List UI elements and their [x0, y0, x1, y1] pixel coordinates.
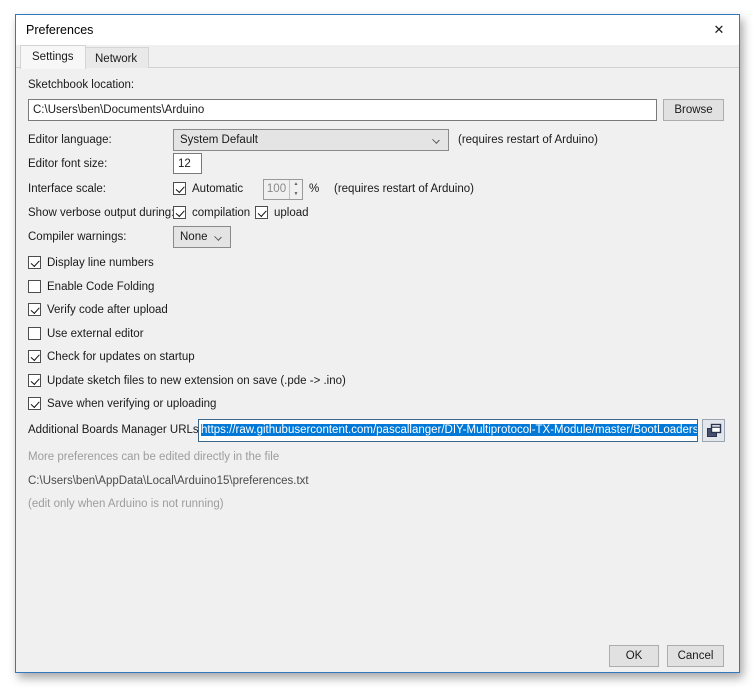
- sketchbook-location-label: Sketchbook location:: [28, 79, 134, 91]
- compiler-warnings-label: Compiler warnings:: [28, 231, 126, 243]
- compiler-warnings-value: None: [180, 231, 208, 243]
- interface-scale-automatic-checkbox[interactable]: [173, 182, 186, 195]
- interface-scale-label: Interface scale:: [28, 183, 106, 195]
- editor-language-select[interactable]: System Default: [173, 129, 449, 151]
- verify-code-after-upload-checkbox[interactable]: [28, 303, 41, 316]
- browse-button[interactable]: Browse: [663, 99, 724, 121]
- titlebar: Preferences ✕: [16, 15, 739, 45]
- save-when-verifying-checkbox[interactable]: [28, 397, 41, 410]
- ok-button[interactable]: OK: [609, 645, 659, 667]
- update-sketch-extension-label: Update sketch files to new extension on …: [47, 375, 346, 387]
- editor-language-note: (requires restart of Arduino): [458, 134, 598, 146]
- interface-scale-automatic-label: Automatic: [192, 183, 243, 195]
- chevron-down-icon: [214, 233, 222, 241]
- footer-note-line1: More preferences can be edited directly …: [28, 451, 279, 463]
- tab-bar: Settings Network: [19, 45, 739, 68]
- stepper-arrows[interactable]: ▲ ▼: [289, 180, 302, 199]
- interface-scale-note: (requires restart of Arduino): [334, 183, 474, 195]
- verbose-output-label: Show verbose output during:: [28, 207, 174, 219]
- verbose-compilation-checkbox[interactable]: [173, 206, 186, 219]
- boards-manager-urls-label: Additional Boards Manager URLs:: [28, 424, 202, 436]
- interface-scale-stepper[interactable]: 100 ▲ ▼: [263, 179, 303, 200]
- update-sketch-extension-checkbox[interactable]: [28, 374, 41, 387]
- editor-font-size-input[interactable]: 12: [173, 153, 202, 174]
- verify-code-after-upload-label: Verify code after upload: [47, 304, 168, 316]
- tab-settings[interactable]: Settings: [20, 45, 86, 69]
- open-urls-dialog-button[interactable]: [702, 419, 725, 442]
- verbose-upload-checkbox[interactable]: [255, 206, 268, 219]
- interface-scale-value: 100: [264, 180, 289, 199]
- interface-scale-unit: %: [309, 183, 319, 195]
- preferences-file-path: C:\Users\ben\AppData\Local\Arduino15\pre…: [28, 475, 309, 487]
- enable-code-folding-checkbox[interactable]: [28, 280, 41, 293]
- chevron-down-icon: [432, 136, 440, 144]
- close-icon[interactable]: ✕: [709, 21, 729, 39]
- display-line-numbers-label: Display line numbers: [47, 257, 154, 269]
- window-title: Preferences: [26, 15, 93, 45]
- compiler-warnings-select[interactable]: None: [173, 226, 231, 248]
- cancel-button[interactable]: Cancel: [667, 645, 724, 667]
- footer-note-line2: (edit only when Arduino is not running): [28, 498, 224, 510]
- display-line-numbers-checkbox[interactable]: [28, 256, 41, 269]
- preferences-dialog: Preferences ✕ Settings Network Sketchboo…: [15, 14, 740, 673]
- verbose-compilation-label: compilation: [192, 207, 250, 219]
- use-external-editor-label: Use external editor: [47, 328, 144, 340]
- arrow-up-icon[interactable]: ▲: [290, 180, 302, 190]
- editor-language-value: System Default: [180, 134, 258, 146]
- check-updates-startup-label: Check for updates on startup: [47, 351, 195, 363]
- enable-code-folding-label: Enable Code Folding: [47, 281, 154, 293]
- selected-text: https://raw.githubusercontent.com/pascal…: [201, 424, 698, 436]
- editor-language-label: Editor language:: [28, 134, 112, 146]
- use-external-editor-checkbox[interactable]: [28, 327, 41, 340]
- windows-overlap-icon: [706, 423, 722, 439]
- verbose-upload-label: upload: [274, 207, 309, 219]
- sketchbook-location-input[interactable]: C:\Users\ben\Documents\Arduino: [28, 99, 657, 121]
- boards-manager-urls-input[interactable]: https://raw.githubusercontent.com/pascal…: [198, 419, 698, 442]
- editor-font-size-label: Editor font size:: [28, 158, 107, 170]
- check-updates-startup-checkbox[interactable]: [28, 350, 41, 363]
- tab-network[interactable]: Network: [83, 47, 149, 68]
- save-when-verifying-label: Save when verifying or uploading: [47, 398, 216, 410]
- arrow-down-icon[interactable]: ▼: [290, 190, 302, 200]
